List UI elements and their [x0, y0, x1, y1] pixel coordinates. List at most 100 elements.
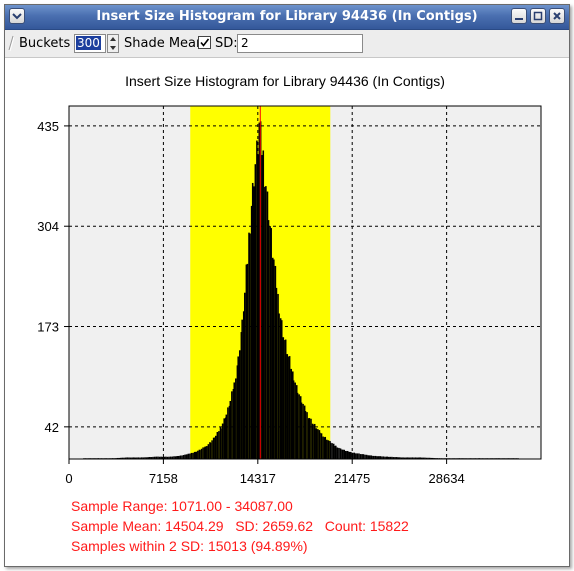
histogram-bar [235, 378, 237, 459]
histogram-bar [290, 368, 292, 459]
histogram-bar [190, 452, 193, 459]
histogram-bar [348, 451, 351, 459]
toolbar-grip-icon[interactable] [8, 34, 14, 52]
histogram-bar [296, 392, 299, 459]
histogram-bar [286, 354, 289, 459]
histogram-bar [204, 446, 207, 459]
close-icon [553, 12, 561, 20]
histogram-bar [231, 391, 233, 459]
spin-down-icon[interactable] [108, 44, 118, 52]
histogram-bar [216, 432, 219, 459]
histogram-bar [355, 453, 357, 459]
histogram-bar [278, 313, 280, 459]
shade-mean-label: Shade Mean [124, 36, 205, 51]
histogram-bar [187, 453, 190, 459]
buckets-spinner[interactable] [107, 34, 119, 53]
histogram-bar [308, 418, 311, 459]
histogram-bar [195, 451, 198, 459]
close-button[interactable] [549, 8, 565, 24]
sd-input[interactable]: 2 [237, 34, 363, 53]
histogram-bar [304, 410, 307, 459]
histogram-bar [362, 454, 365, 459]
maximize-icon [533, 11, 543, 21]
histogram-bar [341, 449, 344, 459]
histogram-bar [249, 233, 251, 459]
histogram-bar [220, 428, 222, 459]
chart-panel: Insert Size Histogram for Library 94436 … [5, 58, 569, 566]
histogram-bar [331, 443, 333, 459]
histogram-bar [343, 449, 346, 459]
x-tick-label: 21475 [334, 471, 370, 486]
minimize-icon [515, 18, 523, 20]
histogram-bar [350, 451, 352, 459]
histogram-bar [311, 423, 314, 459]
histogram-bar [223, 418, 225, 459]
histogram-bar [185, 454, 188, 459]
histogram-bar [251, 182, 254, 459]
histogram-bar [364, 454, 366, 459]
histogram-bar [218, 431, 220, 459]
histogram-bar [267, 220, 270, 459]
histogram-chart: Insert Size Histogram for Library 94436 … [37, 73, 542, 486]
histogram-bar [310, 418, 312, 459]
buckets-value: 300 [76, 36, 101, 50]
x-tick-label: 7158 [149, 471, 178, 486]
histogram-bar [207, 444, 210, 459]
maximize-button[interactable] [530, 8, 546, 24]
histogram-bar [326, 439, 328, 459]
histogram-bar [306, 412, 308, 459]
buckets-input[interactable]: 300 [74, 34, 106, 53]
histogram-bar [200, 448, 203, 459]
shade-mean-checkbox[interactable] [198, 36, 211, 49]
histogram-bar [197, 450, 199, 459]
buckets-label: Buckets [19, 36, 71, 51]
histogram-bar [315, 428, 318, 459]
histogram-bar [322, 436, 324, 459]
histogram-bar [340, 449, 342, 459]
histogram-bar [356, 453, 359, 459]
histogram-bar [359, 454, 362, 459]
stats-panel: Sample Range: 1071.00 - 34087.00 Sample … [71, 496, 409, 556]
histogram-bar [184, 454, 186, 459]
histogram-bar [284, 339, 287, 459]
histogram-bar [324, 436, 327, 459]
minimize-button[interactable] [511, 8, 527, 24]
histogram-bar [335, 445, 337, 459]
y-tick-label: 304 [37, 219, 59, 234]
y-tick-label: 435 [37, 119, 59, 134]
histogram-bar [329, 442, 332, 459]
chart-title: Insert Size Histogram for Library 94436 … [125, 73, 445, 89]
histogram-bar [202, 447, 204, 459]
histogram-bar [338, 447, 340, 459]
histogram-bar [215, 435, 217, 459]
sample-mean-text: Sample Mean: 14504.29 SD: 2659.62 Count:… [71, 518, 409, 534]
histogram-bar [209, 442, 212, 459]
histogram-bar [192, 452, 194, 459]
histogram-bar [280, 320, 283, 459]
histogram-bar [327, 440, 330, 459]
histogram-bar [351, 452, 354, 459]
histogram-bar [241, 319, 243, 459]
histogram-bar [254, 164, 257, 459]
histogram-bar [358, 453, 360, 459]
histogram-bar [332, 443, 335, 459]
histogram-bar [292, 380, 295, 459]
x-tick-label: 28634 [429, 471, 465, 486]
histogram-bar [265, 186, 267, 459]
sample-range-text: Sample Range: 1071.00 - 34087.00 [71, 498, 293, 514]
histogram-bar [298, 394, 300, 459]
histogram-bar [288, 356, 291, 459]
histogram-bar [368, 455, 371, 459]
histogram-bar [237, 356, 239, 459]
histogram-bar [294, 382, 296, 459]
window-title: Insert Size Histogram for Library 94436 … [96, 9, 478, 24]
histogram-bar [365, 454, 368, 459]
histogram-bar [179, 455, 182, 459]
histogram-bar [227, 407, 229, 459]
histogram-bar [313, 423, 316, 459]
samples-within-sd-text: Samples within 2 SD: 15013 (94.89%) [71, 538, 308, 554]
y-tick-label: 173 [37, 320, 59, 335]
histogram-bar [262, 150, 265, 460]
title-bar[interactable]: Insert Size Histogram for Library 94436 … [5, 5, 569, 30]
spin-up-icon[interactable] [108, 35, 118, 43]
